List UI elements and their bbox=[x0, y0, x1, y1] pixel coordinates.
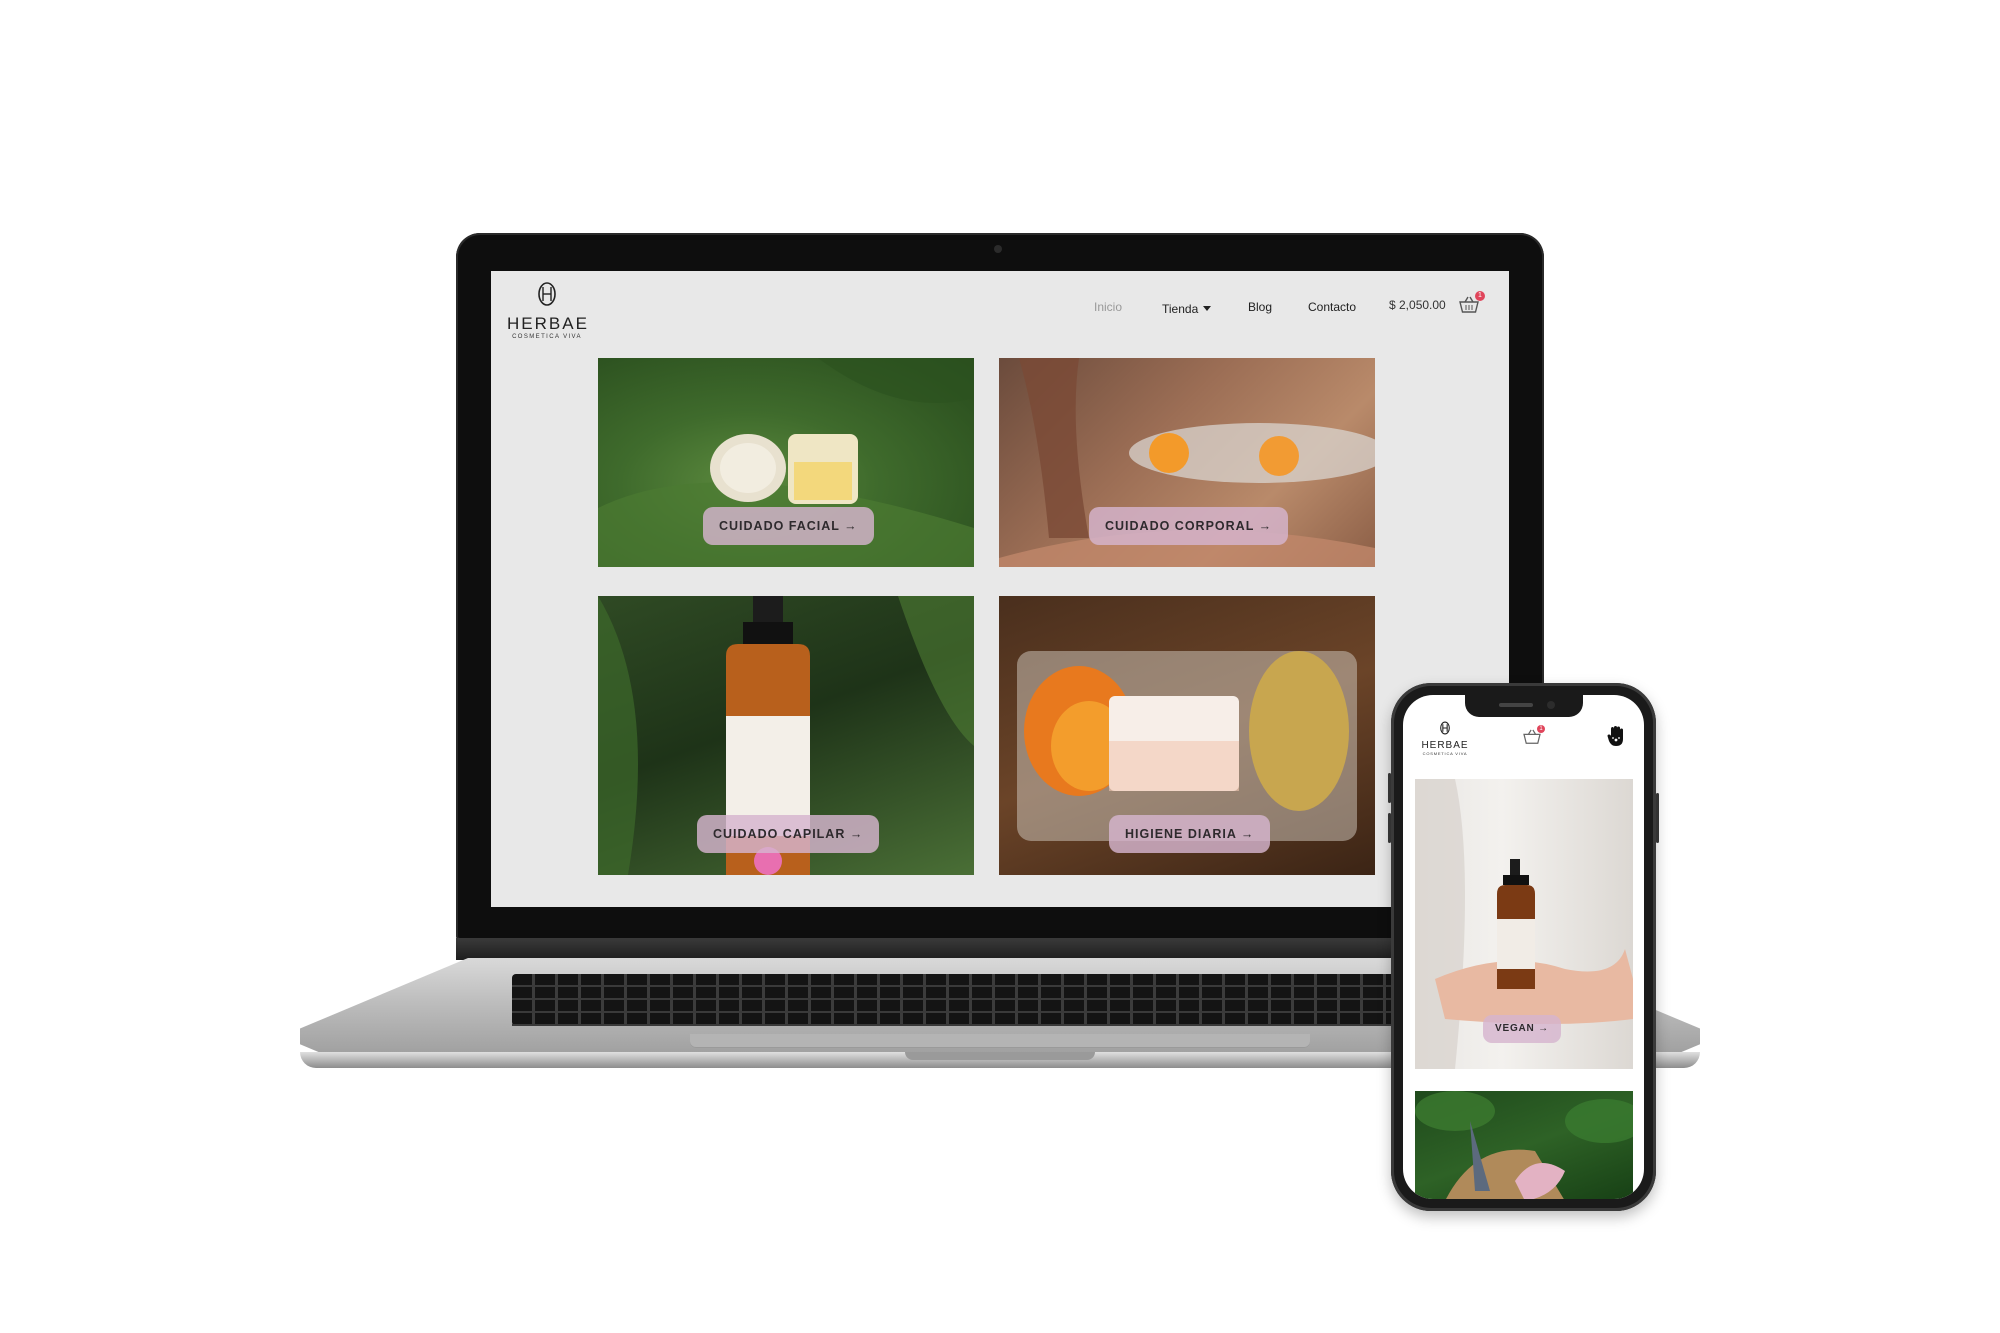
hand-menu-button[interactable] bbox=[1607, 725, 1627, 747]
phone-camera bbox=[1547, 701, 1555, 709]
brand-tagline: COSMETICA VIVA bbox=[512, 334, 582, 340]
laptop-frame: HERBAE COSMETICA VIVA Inicio Tienda Blog… bbox=[456, 233, 1544, 940]
nav-contacto[interactable]: Contacto bbox=[1308, 300, 1356, 314]
mobile-brand-tagline: COSMETICA VIVA bbox=[1422, 751, 1468, 756]
desktop-site: HERBAE COSMETICA VIVA Inicio Tienda Blog… bbox=[491, 271, 1509, 907]
phone-volume-button bbox=[1388, 773, 1391, 803]
mobile-brand-name: HERBAE bbox=[1421, 740, 1469, 751]
cart-total: $ 2,050.00 bbox=[1389, 298, 1446, 312]
nav-tienda[interactable]: Tienda bbox=[1162, 300, 1212, 318]
category-button-capilar[interactable]: CUIDADO CAPILAR → bbox=[697, 815, 880, 853]
mobile-cart-button[interactable]: 1 bbox=[1523, 725, 1545, 745]
mobile-site: HERBAE COSMETICA VIVA 1 VEGAN → bbox=[1403, 695, 1644, 1199]
leaves-product-photo bbox=[1415, 1091, 1633, 1199]
keyboard bbox=[512, 974, 1488, 1026]
laptop-camera bbox=[994, 245, 1002, 253]
cart-button[interactable]: $ 2,050.00 1 bbox=[1389, 291, 1485, 313]
cart-count-badge: 1 bbox=[1475, 291, 1485, 301]
mobile-category-button-vegan[interactable]: VEGAN → bbox=[1483, 1015, 1561, 1043]
mobile-cart-badge: 1 bbox=[1537, 725, 1545, 733]
phone-power-button bbox=[1656, 793, 1659, 843]
mobile-card-leaves[interactable] bbox=[1415, 1091, 1633, 1199]
nav-blog[interactable]: Blog bbox=[1248, 300, 1272, 314]
category-card-facial[interactable]: CUIDADO FACIAL → bbox=[598, 358, 974, 567]
phone-notch bbox=[1465, 695, 1583, 717]
category-button-corporal[interactable]: CUIDADO CORPORAL → bbox=[1089, 507, 1289, 545]
nav-tienda-label: Tienda bbox=[1162, 302, 1199, 316]
nav-inicio[interactable]: Inicio bbox=[1094, 300, 1122, 314]
category-button-facial[interactable]: CUIDADO FACIAL → bbox=[703, 507, 874, 545]
main-nav: Inicio Tienda Blog Contacto bbox=[491, 300, 1509, 320]
hand-menu-icon bbox=[1607, 726, 1623, 746]
phone-volume-button bbox=[1388, 813, 1391, 843]
mobile-card-vegan[interactable]: VEGAN → bbox=[1415, 779, 1633, 1069]
category-button-higiene[interactable]: HIGIENE DIARIA → bbox=[1109, 815, 1271, 853]
phone-frame: HERBAE COSMETICA VIVA 1 VEGAN → bbox=[1388, 683, 1659, 1211]
mobile-brand-logo[interactable]: HERBAE COSMETICA VIVA bbox=[1415, 721, 1475, 756]
chevron-down-icon bbox=[1203, 306, 1212, 311]
category-card-corporal[interactable]: CUIDADO CORPORAL → bbox=[999, 358, 1375, 567]
category-card-higiene[interactable]: HIGIENE DIARIA → bbox=[999, 596, 1375, 875]
laptop-hinge bbox=[456, 938, 1544, 960]
laptop-opening-notch bbox=[905, 1052, 1095, 1060]
trackpad bbox=[690, 1034, 1310, 1048]
category-card-capilar[interactable]: CUIDADO CAPILAR → bbox=[598, 596, 974, 875]
phone-speaker bbox=[1499, 703, 1533, 707]
logo-mark-icon bbox=[1440, 721, 1450, 735]
